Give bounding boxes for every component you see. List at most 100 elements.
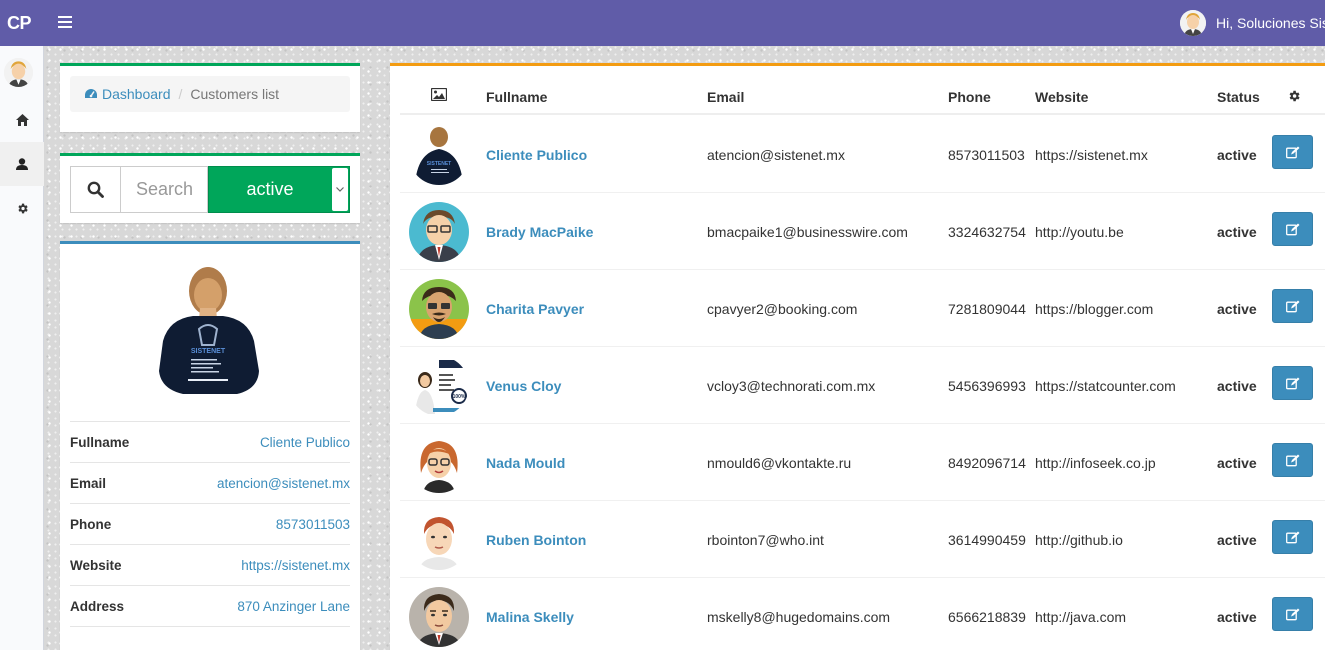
table-row[interactable]: Nada Mould nmould6@vkontakte.ru 84920967…: [400, 424, 1325, 501]
gear-icon: [17, 203, 28, 213]
customer-email: vcloy3@technorati.com.mx: [707, 377, 876, 394]
svg-text:SISTENET: SISTENET: [191, 348, 226, 355]
breadcrumb-dashboard-link[interactable]: Dashboard: [84, 86, 171, 102]
customer-avatar: [409, 587, 469, 647]
column-header-fullname[interactable]: Fullname: [486, 89, 547, 105]
sidebar-avatar[interactable]: [4, 58, 33, 87]
breadcrumb-box: Dashboard / Customers list: [60, 63, 360, 132]
breadcrumb-current: Customers list: [190, 86, 280, 102]
edit-customer-button[interactable]: [1272, 520, 1313, 554]
detail-value-address[interactable]: 870 Anzinger Lane: [237, 599, 350, 614]
customer-website: https://blogger.com: [1035, 300, 1154, 317]
home-icon: [15, 114, 29, 126]
customer-website: http://github.io: [1035, 531, 1123, 548]
sidebar: [0, 46, 44, 650]
customer-status: active: [1217, 300, 1257, 317]
edit-customer-button[interactable]: [1272, 366, 1313, 400]
column-header-status[interactable]: Status: [1217, 89, 1260, 105]
table-row[interactable]: Ruben Bointon rbointon7@who.int 36149904…: [400, 501, 1325, 578]
table-row[interactable]: SISTENET Cliente Publico atencion@sisten…: [400, 116, 1325, 193]
detail-value-phone[interactable]: 8573011503: [276, 517, 350, 532]
sidebar-item-customers[interactable]: [0, 142, 44, 186]
user-greeting: Hi, Soluciones Sistenet: [1216, 15, 1325, 31]
customer-avatar: [409, 433, 469, 493]
user-icon: [16, 158, 28, 170]
column-header-phone[interactable]: Phone: [948, 89, 991, 105]
customer-status: active: [1217, 377, 1257, 394]
table-header: Fullname Email Phone Website Status: [400, 66, 1325, 115]
detail-row-address: Address 870 Anzinger Lane: [70, 586, 350, 627]
detail-label: Phone: [70, 516, 112, 532]
customer-email: rbointon7@who.int: [707, 531, 824, 548]
column-header-email[interactable]: Email: [707, 89, 744, 105]
customer-name-link[interactable]: Nada Mould: [486, 455, 565, 471]
svg-text:100%: 100%: [453, 394, 466, 400]
breadcrumb-separator: /: [178, 86, 183, 102]
table-row[interactable]: Brady MacPaike bmacpaike1@businesswire.c…: [400, 193, 1325, 270]
user-menu[interactable]: Hi, Soluciones Sistenet: [1180, 10, 1325, 36]
customer-avatar: [409, 279, 469, 339]
customer-email: bmacpaike1@businesswire.com: [707, 223, 908, 240]
customer-avatar: [409, 510, 469, 570]
detail-row-email: Email atencion@sistenet.mx: [70, 463, 350, 504]
column-header-website[interactable]: Website: [1035, 89, 1088, 105]
detail-value-website[interactable]: https://sistenet.mx: [241, 558, 350, 573]
gear-icon[interactable]: [1287, 89, 1301, 103]
customer-website: http://java.com: [1035, 608, 1127, 625]
customer-email: mskelly8@hugedomains.com: [707, 608, 891, 625]
sidebar-item-home[interactable]: [0, 98, 44, 142]
app-logo[interactable]: CP: [7, 13, 32, 34]
customer-name-link[interactable]: Brady MacPaike: [486, 224, 593, 240]
sidebar-item-settings[interactable]: [0, 186, 44, 230]
detail-value-email[interactable]: atencion@sistenet.mx: [217, 476, 350, 491]
edit-customer-button[interactable]: [1272, 443, 1313, 477]
edit-icon: [1285, 300, 1299, 312]
customer-avatar: 100%: [409, 356, 469, 416]
customer-avatar: [409, 202, 469, 262]
table-row[interactable]: Malina Skelly mskelly8@hugedomains.com 6…: [400, 578, 1325, 650]
edit-customer-button[interactable]: [1272, 597, 1313, 631]
detail-label: Fullname: [70, 434, 130, 450]
edit-icon: [1285, 531, 1299, 543]
edit-customer-button[interactable]: [1272, 212, 1313, 246]
detail-value-fullname[interactable]: Cliente Publico: [260, 435, 350, 450]
detail-row-website: Website https://sistenet.mx: [70, 545, 350, 586]
customer-name-link[interactable]: Malina Skelly: [486, 609, 574, 625]
svg-text:SISTENET: SISTENET: [427, 161, 451, 167]
menu-toggle-button[interactable]: [58, 16, 72, 29]
edit-icon: [1285, 146, 1299, 158]
detail-row-phone: Phone 8573011503: [70, 504, 350, 545]
customer-name-link[interactable]: Ruben Bointon: [486, 532, 586, 548]
table-row[interactable]: 100% Venus Cloy vcloy3@technorati.com.mx…: [400, 347, 1325, 424]
customer-name-link[interactable]: Charita Pavyer: [486, 301, 584, 317]
edit-icon: [1285, 223, 1299, 235]
status-filter-select[interactable]: active: [208, 166, 350, 213]
customer-status: active: [1217, 454, 1257, 471]
customer-profile-box: SISTENET Fullname Cliente Publico Email …: [60, 241, 360, 650]
customer-website: https://sistenet.mx: [1035, 146, 1148, 163]
image-column-icon: [431, 88, 447, 101]
edit-customer-button[interactable]: [1272, 135, 1313, 169]
status-filter-value: active: [246, 179, 294, 199]
search-icon: [87, 181, 104, 198]
search-input[interactable]: [121, 166, 208, 213]
customer-email: atencion@sistenet.mx: [707, 146, 845, 163]
dashboard-icon: [85, 89, 97, 98]
edit-customer-button[interactable]: [1272, 289, 1313, 323]
chevron-down-icon: [332, 168, 348, 211]
customer-email: cpavyer2@booking.com: [707, 300, 858, 317]
customer-phone: 7281809044: [948, 300, 1026, 317]
customer-name-link[interactable]: Venus Cloy: [486, 378, 561, 394]
breadcrumb: Dashboard / Customers list: [70, 76, 350, 112]
customer-website: https://statcounter.com: [1035, 377, 1176, 394]
customer-details: Fullname Cliente Publico Email atencion@…: [70, 421, 350, 627]
customer-status: active: [1217, 608, 1257, 625]
table-row[interactable]: Charita Pavyer cpavyer2@booking.com 7281…: [400, 270, 1325, 347]
customer-name-link[interactable]: Cliente Publico: [486, 147, 587, 163]
customer-phone: 3614990459: [948, 531, 1026, 548]
search-button[interactable]: [70, 166, 121, 213]
edit-icon: [1285, 377, 1299, 389]
customer-phone: 6566218839: [948, 608, 1026, 625]
top-navbar: CP Hi, Soluciones Sistenet: [0, 0, 1325, 46]
customer-email: nmould6@vkontakte.ru: [707, 454, 852, 471]
